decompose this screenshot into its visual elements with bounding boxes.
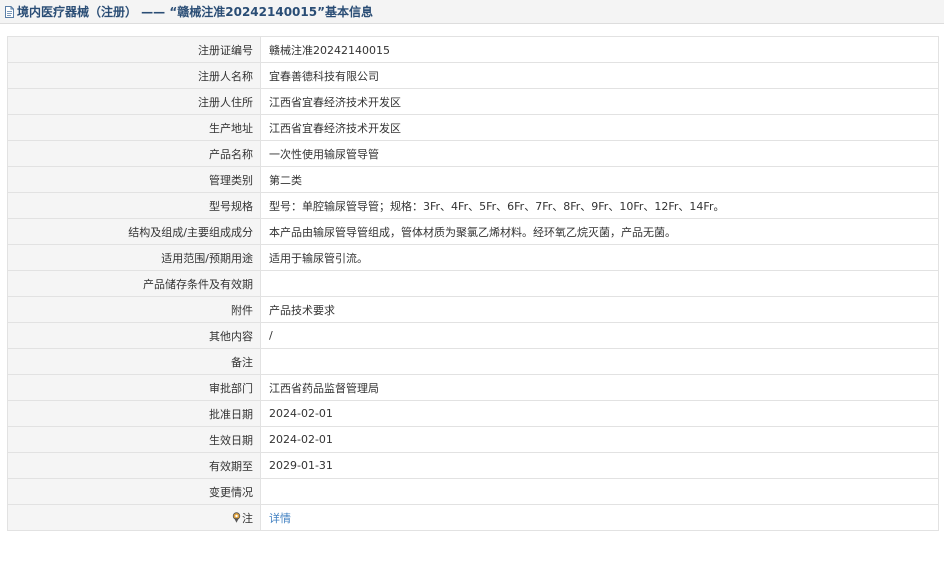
row-label: 附件 [7,296,261,323]
row-label: 有效期至 [7,452,261,479]
table-row: 注册人名称 宜春善德科技有限公司 [7,62,939,89]
details-link[interactable]: 详情 [269,512,291,525]
row-label: 产品储存条件及有效期 [7,270,261,297]
page: 境内医疗器械（注册） —— “赣械注准20242140015”基本信息 注册证编… [0,0,944,561]
table-row: 有效期至 2029-01-31 [7,452,939,479]
table-row: 生效日期 2024-02-01 [7,426,939,453]
row-value: 型号：单腔输尿管导管；规格：3Fr、4Fr、5Fr、6Fr、7Fr、8Fr、9F… [260,192,939,219]
table-row: 附件 产品技术要求 [7,296,939,323]
row-value: 适用于输尿管引流。 [260,244,939,271]
row-label: 变更情况 [7,478,261,505]
row-label: 注册人住所 [7,88,261,115]
row-label: 管理类别 [7,166,261,193]
table-row: 注册证编号 赣械注准20242140015 [7,36,939,63]
table-row: 管理类别 第二类 [7,166,939,193]
table-row: 审批部门 江西省药品监督管理局 [7,374,939,401]
table-row: 结构及组成/主要组成成分 本产品由输尿管导管组成，管体材质为聚氯乙烯材料。经环氧… [7,218,939,245]
row-value: 一次性使用输尿管导管 [260,140,939,167]
row-label: 备注 [7,348,261,375]
table-row: 适用范围/预期用途 适用于输尿管引流。 [7,244,939,271]
row-value: 赣械注准20242140015 [260,36,939,63]
table-row: 备注 [7,348,939,375]
row-value: 江西省宜春经济技术开发区 [260,88,939,115]
row-value: 本产品由输尿管导管组成，管体材质为聚氯乙烯材料。经环氧乙烷灭菌，产品无菌。 [260,218,939,245]
row-value: 产品技术要求 [260,296,939,323]
row-value: 江西省宜春经济技术开发区 [260,114,939,141]
row-label: 产品名称 [7,140,261,167]
row-label: 生产地址 [7,114,261,141]
row-value [260,270,939,297]
row-label: 注册人名称 [7,62,261,89]
note-value-cell: 详情 [260,504,939,531]
page-header: 境内医疗器械（注册） —— “赣械注准20242140015”基本信息 [0,0,944,24]
row-label: 结构及组成/主要组成成分 [7,218,261,245]
row-value: 2024-02-01 [260,426,939,453]
info-table: 注册证编号 赣械注准20242140015 注册人名称 宜春善德科技有限公司 注… [7,36,939,531]
row-label: 审批部门 [7,374,261,401]
note-row: 注 详情 [7,504,939,531]
row-value: 2029-01-31 [260,452,939,479]
note-label-cell: 注 [7,504,261,531]
table-row: 产品名称 一次性使用输尿管导管 [7,140,939,167]
table-row: 生产地址 江西省宜春经济技术开发区 [7,114,939,141]
row-label: 适用范围/预期用途 [7,244,261,271]
row-value [260,348,939,375]
row-label: 注册证编号 [7,36,261,63]
row-value: 宜春善德科技有限公司 [260,62,939,89]
pin-icon [232,511,241,523]
row-label: 型号规格 [7,192,261,219]
row-value [260,478,939,505]
table-row: 注册人住所 江西省宜春经济技术开发区 [7,88,939,115]
row-label: 批准日期 [7,400,261,427]
document-icon [5,5,14,18]
row-label: 其他内容 [7,322,261,349]
row-value: 第二类 [260,166,939,193]
table-row: 批准日期 2024-02-01 [7,400,939,427]
table-row: 产品储存条件及有效期 [7,270,939,297]
row-value: / [260,322,939,349]
row-label: 生效日期 [7,426,261,453]
row-value: 2024-02-01 [260,400,939,427]
page-title: 境内医疗器械（注册） —— “赣械注准20242140015”基本信息 [17,5,373,19]
note-label: 注 [242,511,253,525]
row-value: 江西省药品监督管理局 [260,374,939,401]
table-row: 其他内容 / [7,322,939,349]
table-row: 型号规格 型号：单腔输尿管导管；规格：3Fr、4Fr、5Fr、6Fr、7Fr、8… [7,192,939,219]
table-row: 变更情况 [7,478,939,505]
